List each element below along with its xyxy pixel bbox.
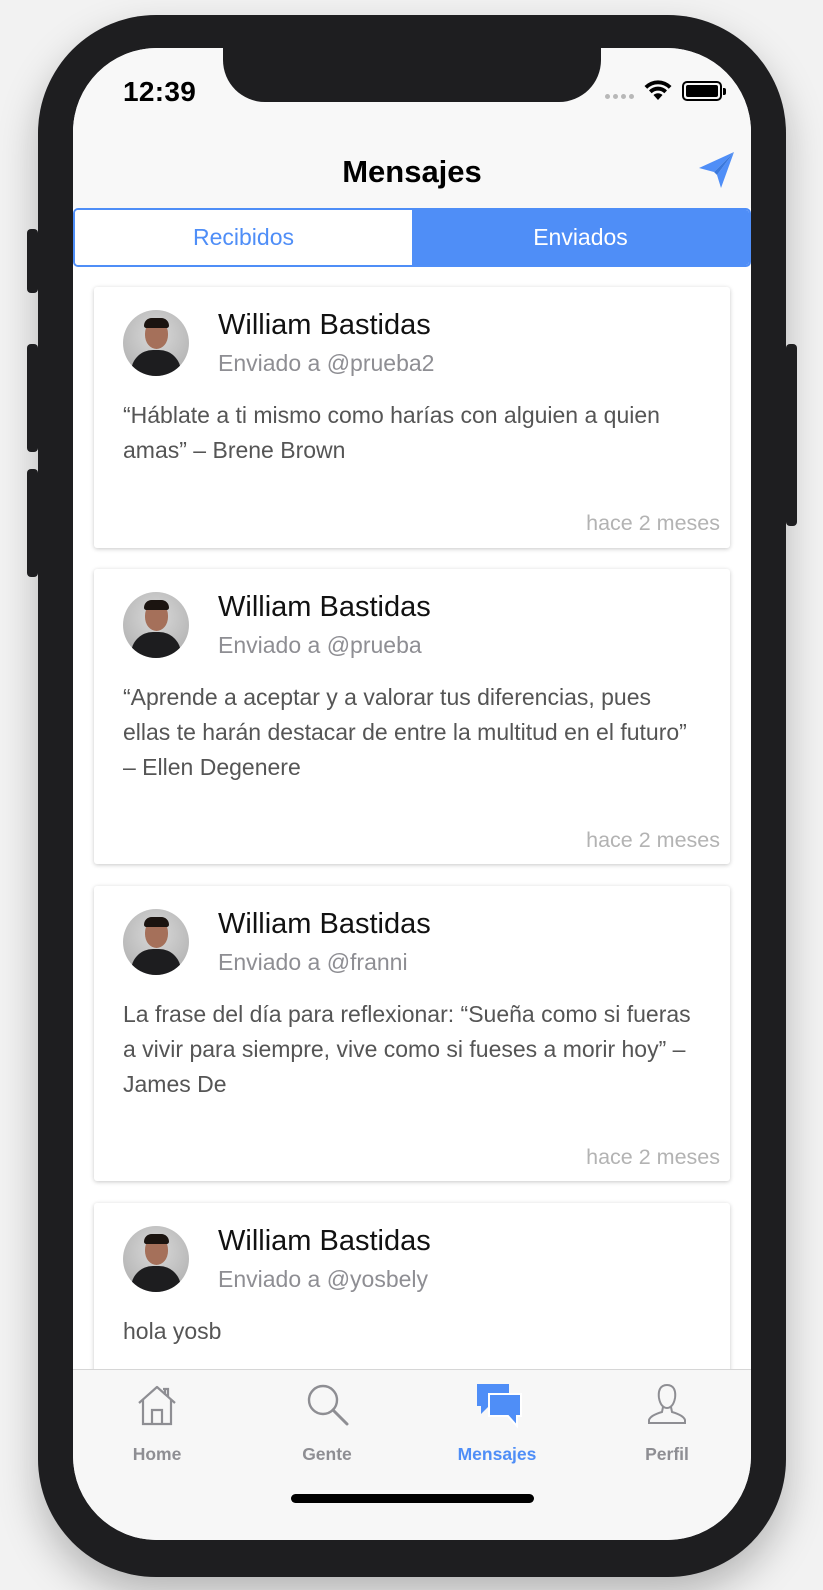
tab-mensajes-label: Mensajes	[457, 1444, 537, 1464]
avatar	[123, 592, 189, 658]
tab-home[interactable]: Home	[97, 1378, 217, 1468]
person-icon	[648, 1383, 686, 1424]
paper-plane-icon	[699, 152, 734, 188]
author-name: William Bastidas	[218, 309, 431, 341]
tab-gente[interactable]: Gente	[267, 1378, 387, 1468]
message-text: La frase del día para reflexionar: “Sueñ…	[123, 1001, 691, 1097]
page-title: Mensajes	[342, 154, 482, 189]
tab-mensajes[interactable]: Mensajes	[437, 1378, 557, 1468]
tab-perfil-label: Perfil	[645, 1444, 689, 1464]
recipient-label: Enviado a @prueba2	[218, 350, 435, 376]
message-timestamp: hace 2 meses	[586, 1145, 720, 1169]
tab-bar: Home Gente Mensajes Perfil	[73, 1369, 751, 1540]
recipient-label: Enviado a @yosbely	[218, 1266, 429, 1292]
house-icon	[138, 1385, 176, 1426]
segment-recibidos[interactable]: Recibidos	[75, 210, 412, 265]
message-text: hola yosb	[123, 1318, 222, 1344]
segment-enviados[interactable]: Enviados	[412, 210, 749, 265]
message-card[interactable]: William Bastidas Enviado a @prueba “Apre…	[94, 569, 730, 864]
tab-home-label: Home	[132, 1444, 182, 1464]
status-time: 12:39	[123, 76, 197, 107]
tab-perfil[interactable]: Perfil	[607, 1378, 727, 1468]
avatar	[123, 909, 189, 975]
compose-message-button[interactable]	[697, 150, 737, 190]
message-card[interactable]: William Bastidas Enviado a @franni La fr…	[94, 886, 730, 1181]
power-button	[786, 344, 797, 526]
volume-up-button	[27, 344, 38, 452]
home-indicator[interactable]	[291, 1494, 534, 1503]
battery-icon	[682, 81, 726, 101]
message-text: “Háblate a ti mismo como harías con algu…	[123, 402, 660, 463]
author-name: William Bastidas	[218, 591, 431, 623]
cellular-signal-icon	[605, 94, 634, 99]
avatar	[123, 1226, 189, 1292]
navigation-bar: Mensajes	[73, 138, 751, 208]
volume-down-button	[27, 469, 38, 577]
tab-gente-label: Gente	[302, 1444, 352, 1464]
wifi-icon	[644, 80, 672, 100]
inbox-segmented-control: Recibidos Enviados	[73, 208, 751, 267]
message-card[interactable]: William Bastidas Enviado a @yosbely hola…	[94, 1203, 730, 1369]
chat-bubbles-icon	[477, 1384, 522, 1429]
notch	[223, 48, 601, 102]
message-card[interactable]: William Bastidas Enviado a @prueba2 “Háb…	[94, 287, 730, 548]
message-list[interactable]: William Bastidas Enviado a @prueba2 “Háb…	[73, 267, 751, 1369]
author-name: William Bastidas	[218, 908, 431, 940]
message-timestamp: hace 2 meses	[586, 511, 720, 535]
recipient-label: Enviado a @franni	[218, 949, 408, 975]
app-screen: 12:39 Mensajes Recibidos Enviados Willia…	[73, 48, 751, 1540]
author-name: William Bastidas	[218, 1225, 431, 1257]
recipient-label: Enviado a @prueba	[218, 632, 422, 658]
avatar	[123, 310, 189, 376]
mute-switch	[27, 229, 38, 293]
message-timestamp: hace 2 meses	[586, 828, 720, 852]
magnifier-icon	[307, 1384, 349, 1426]
message-text: “Aprende a aceptar y a valorar tus difer…	[123, 684, 687, 780]
